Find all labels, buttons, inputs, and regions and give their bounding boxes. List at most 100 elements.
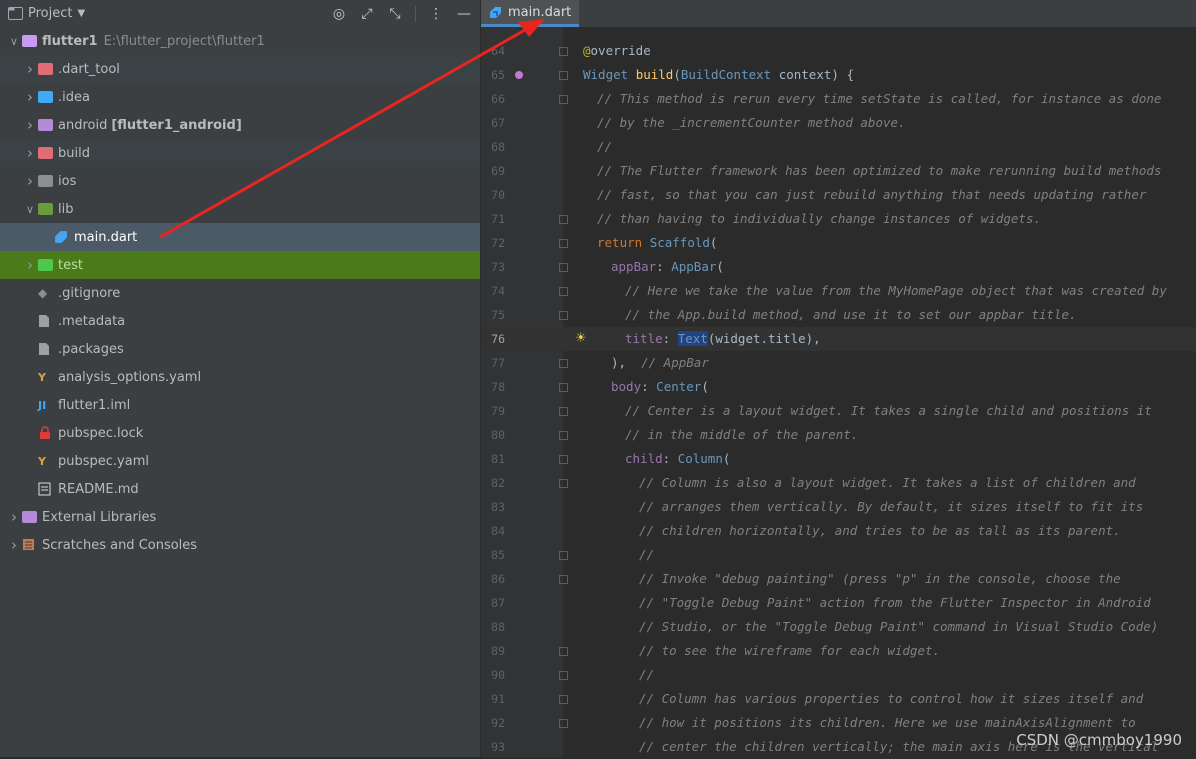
line-number: 90	[491, 668, 505, 682]
code-line[interactable]: 86 // Invoke "debug painting" (press "p" …	[481, 567, 1196, 591]
fold-marker[interactable]	[559, 575, 568, 584]
fold-marker[interactable]	[559, 431, 568, 440]
code-line[interactable]: 78 body: Center(	[481, 375, 1196, 399]
tree-item[interactable]: .packages	[0, 335, 480, 363]
chevron-right-icon[interactable]: ›	[6, 508, 22, 526]
fold-marker[interactable]	[559, 287, 568, 296]
code-token: // "Toggle Debug Paint" action from the …	[639, 595, 1151, 610]
hide-panel-icon[interactable]: —	[456, 6, 472, 22]
code-line[interactable]: 87 // "Toggle Debug Paint" action from th…	[481, 591, 1196, 615]
code-text: // Center is a layout widget. It takes a…	[625, 399, 1152, 423]
tree-item[interactable]: › .idea	[0, 83, 480, 111]
chevron-right-icon[interactable]: ›	[22, 144, 38, 162]
lightbulb-icon[interactable]: ☀	[575, 327, 587, 351]
locate-file-icon[interactable]: ◎	[331, 6, 347, 22]
fold-marker[interactable]	[559, 239, 568, 248]
fold-marker[interactable]	[559, 479, 568, 488]
code-line[interactable]: 67 // by the _incrementCounter method abo…	[481, 111, 1196, 135]
code-line[interactable]: 74 // Here we take the value from the MyH…	[481, 279, 1196, 303]
tree-item[interactable]: › ios	[0, 167, 480, 195]
project-title: Project	[28, 6, 73, 21]
code-line[interactable]: 83 // arranges them vertically. By defaul…	[481, 495, 1196, 519]
tree-item[interactable]: ∨ flutter1 E:\flutter_project\flutter1	[0, 27, 480, 55]
code-token: // AppBar	[641, 355, 709, 370]
code-line[interactable]: 71 // than having to individually change …	[481, 207, 1196, 231]
tree-item[interactable]: ∨ lib	[0, 195, 480, 223]
tree-item[interactable]: JI flutter1.iml	[0, 391, 480, 419]
fold-marker[interactable]	[559, 695, 568, 704]
code-line[interactable]: 85 //	[481, 543, 1196, 567]
code-line[interactable]: 80 // in the middle of the parent.	[481, 423, 1196, 447]
chevron-right-icon[interactable]: ›	[22, 60, 38, 78]
code-text: @override	[583, 39, 651, 63]
code-line[interactable]: 84 // children horizontally, and tries to…	[481, 519, 1196, 543]
tree-item[interactable]: › .dart_tool	[0, 55, 480, 83]
fold-marker[interactable]	[559, 407, 568, 416]
override-marker-icon[interactable]	[515, 71, 523, 79]
code-line[interactable]: 75 // the App.build method, and use it to…	[481, 303, 1196, 327]
fold-marker[interactable]	[559, 47, 568, 56]
code-line[interactable]: 65 Widget build(BuildContext context) {	[481, 63, 1196, 87]
code-token: // Invoke "debug painting" (press "p" in…	[639, 571, 1121, 586]
chevron-right-icon[interactable]: ›	[6, 536, 22, 554]
project-view-selector[interactable]: Project ▼	[0, 6, 85, 21]
fold-marker[interactable]	[559, 311, 568, 320]
chevron-right-icon[interactable]: ›	[22, 88, 38, 106]
tree-item[interactable]: main.dart	[0, 223, 480, 251]
code-line[interactable]: 72 return Scaffold(	[481, 231, 1196, 255]
tree-item[interactable]: README.md	[0, 475, 480, 503]
tree-item[interactable]: Ypubspec.yaml	[0, 447, 480, 475]
line-number: 88	[491, 620, 505, 634]
fold-marker[interactable]	[559, 455, 568, 464]
fold-marker[interactable]	[559, 647, 568, 656]
code-line[interactable]: 64 @override	[481, 39, 1196, 63]
line-number: 72	[491, 236, 505, 250]
line-number: 86	[491, 572, 505, 586]
code-line[interactable]: 81 child: Column(	[481, 447, 1196, 471]
chevron-right-icon[interactable]: ›	[22, 116, 38, 134]
fold-marker[interactable]	[559, 671, 568, 680]
code-line[interactable]: 79 // Center is a layout widget. It takes…	[481, 399, 1196, 423]
fold-marker[interactable]	[559, 95, 568, 104]
tree-item[interactable]: › Scratches and Consoles	[0, 531, 480, 559]
code-line[interactable]: 89 // to see the wireframe for each widge…	[481, 639, 1196, 663]
expand-all-icon[interactable]: ⤢	[359, 6, 375, 22]
chevron-right-icon[interactable]: ›	[22, 172, 38, 190]
tree-item[interactable]: pubspec.lock	[0, 419, 480, 447]
more-options-icon[interactable]: ⋮	[428, 6, 444, 22]
tree-item[interactable]: .metadata	[0, 307, 480, 335]
fold-marker[interactable]	[559, 71, 568, 80]
code-line[interactable]: 90 //	[481, 663, 1196, 687]
code-line[interactable]: 69 // The Flutter framework has been opti…	[481, 159, 1196, 183]
code-line[interactable]: 77), // AppBar	[481, 351, 1196, 375]
code-line[interactable]: 68 //	[481, 135, 1196, 159]
fold-marker[interactable]	[559, 359, 568, 368]
text-file-icon	[38, 314, 54, 328]
fold-marker[interactable]	[559, 263, 568, 272]
chevron-down-icon[interactable]: ∨	[6, 35, 22, 48]
fold-marker[interactable]	[559, 719, 568, 728]
tree-item[interactable]: › External Libraries	[0, 503, 480, 531]
collapse-all-icon[interactable]: ⤡	[387, 6, 403, 22]
code-line[interactable]: 82 // Column is also a layout widget. It …	[481, 471, 1196, 495]
tree-item[interactable]: ◆ .gitignore	[0, 279, 480, 307]
tree-item[interactable]: › test	[0, 251, 480, 279]
code-line[interactable]: 91 // Column has various properties to co…	[481, 687, 1196, 711]
tab-main-dart[interactable]: main.dart	[481, 0, 580, 27]
code-token: context	[778, 67, 832, 82]
fold-marker[interactable]	[559, 551, 568, 560]
tree-item-label: test	[58, 257, 83, 273]
fold-marker[interactable]	[559, 215, 568, 224]
tree-item[interactable]: › build	[0, 139, 480, 167]
chevron-right-icon[interactable]: ›	[22, 256, 38, 274]
tree-item[interactable]: Yanalysis_options.yaml	[0, 363, 480, 391]
code-line[interactable]: 66 // This method is rerun every time set…	[481, 87, 1196, 111]
git-file-icon: ◆	[38, 286, 48, 300]
code-line[interactable]: 73 appBar: AppBar(	[481, 255, 1196, 279]
tree-item[interactable]: › android [flutter1_android]	[0, 111, 480, 139]
code-line[interactable]: 88 // Studio, or the "Toggle Debug Paint"…	[481, 615, 1196, 639]
code-line[interactable]: 76 ☀ title: Text(widget.title),	[481, 327, 1196, 351]
fold-marker[interactable]	[559, 383, 568, 392]
chevron-down-icon[interactable]: ∨	[22, 203, 38, 216]
code-line[interactable]: 70 // fast, so that you can just rebuild …	[481, 183, 1196, 207]
